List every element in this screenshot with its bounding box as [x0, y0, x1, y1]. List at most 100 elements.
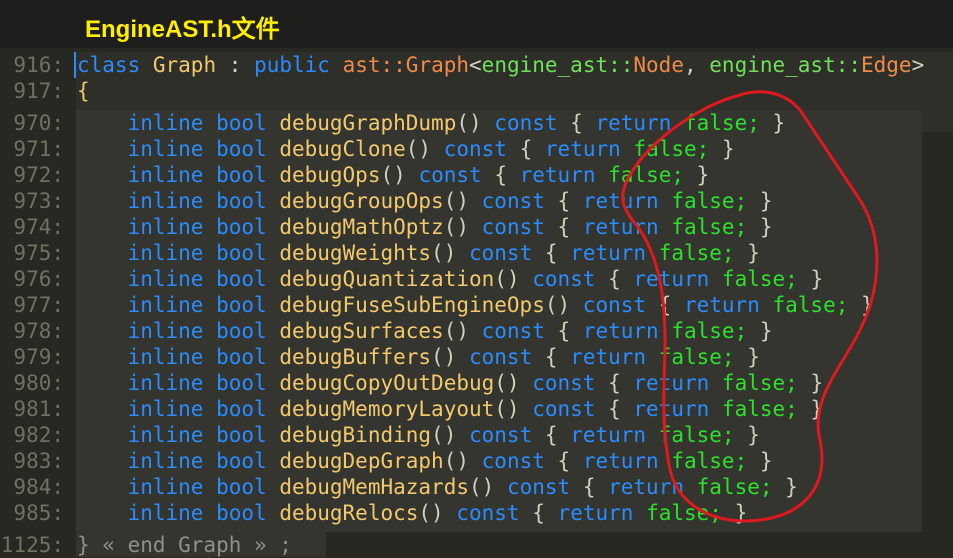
keyword-bool: bool	[216, 345, 267, 369]
brace-open: {	[532, 501, 545, 525]
keyword-bool: bool	[216, 267, 267, 291]
keyword-bool: bool	[216, 449, 267, 473]
line-number: 971:	[13, 137, 64, 161]
brace-open: {	[544, 241, 558, 265]
method-name: debugDepGraph	[279, 449, 444, 473]
method-name: debugQuantization	[279, 267, 495, 291]
line-number: 983:	[13, 449, 64, 473]
code-text: inline bool debugClone() const { return …	[77, 136, 735, 162]
keyword-inline: inline	[127, 137, 204, 161]
code-text: inline bool debugSurfaces() const { retu…	[77, 318, 773, 344]
code-line-917[interactable]: 917: {	[0, 78, 953, 104]
keyword-const: const	[494, 111, 558, 135]
code-line-method[interactable]: 983: inline bool debugDepGraph() const {…	[0, 448, 953, 474]
brace-close: }	[785, 475, 798, 499]
keyword-inline: inline	[127, 423, 204, 447]
line-number: 972:	[13, 163, 64, 187]
parens: ()	[494, 397, 520, 421]
keyword-const: const	[481, 189, 545, 213]
keyword-return: return	[595, 111, 672, 135]
keyword-const: const	[418, 163, 482, 187]
method-name: debugMathOptz	[279, 215, 444, 239]
literal-false: false;	[721, 267, 798, 291]
keyword-bool: bool	[216, 241, 267, 265]
keyword-const: const	[532, 267, 596, 291]
brace-close: }	[747, 241, 760, 265]
brace-open: {	[494, 163, 507, 187]
code-line-method[interactable]: 981: inline bool debugMemoryLayout() con…	[0, 396, 953, 422]
keyword-return: return	[557, 501, 634, 525]
method-name: debugFuseSubEngineOps	[279, 293, 545, 317]
keyword-inline: inline	[127, 293, 204, 317]
line-number: 970:	[13, 111, 64, 135]
code-line-method[interactable]: 978: inline bool debugSurfaces() const {…	[0, 318, 953, 344]
keyword-bool: bool	[216, 397, 267, 421]
keyword-return: return	[633, 397, 710, 421]
code-line-method[interactable]: 982: inline bool debugBinding() const { …	[0, 422, 953, 448]
page-title: EngineAST.h文件	[85, 16, 280, 43]
code-line-method[interactable]: 974: inline bool debugMathOptz() const {…	[0, 214, 953, 240]
keyword-return: return	[582, 215, 659, 239]
keyword-bool: bool	[216, 215, 267, 239]
code-text: inline bool debugBinding() const { retur…	[77, 422, 760, 448]
code-text: inline bool debugFuseSubEngineOps() cons…	[77, 292, 874, 318]
keyword-inline: inline	[127, 475, 204, 499]
method-name: debugWeights	[279, 241, 432, 265]
parens: ()	[431, 241, 457, 265]
code-line-method[interactable]: 977: inline bool debugFuseSubEngineOps()…	[0, 292, 953, 318]
line-number: 979:	[13, 345, 64, 369]
code-line-1125[interactable]: 1125:} « end Graph » ;	[0, 532, 953, 558]
brace-close: }	[759, 319, 773, 343]
code-line-method[interactable]: 972: inline bool debugOps() const { retu…	[0, 162, 953, 188]
code-text: inline bool debugQuantization() const { …	[77, 266, 824, 292]
parens: ()	[405, 137, 432, 161]
parens: ()	[431, 345, 457, 369]
keyword-const: const	[481, 215, 545, 239]
code-text: inline bool debugBuffers() const { retur…	[77, 344, 760, 370]
title-bar: EngineAST.h文件	[0, 0, 953, 48]
literal-false: false;	[658, 345, 735, 369]
line-number: 974:	[13, 215, 64, 239]
literal-false: false;	[721, 371, 798, 395]
keyword-inline: inline	[127, 267, 204, 291]
keyword-return: return	[519, 163, 596, 187]
keyword-return: return	[544, 137, 621, 161]
keyword-return: return	[683, 293, 760, 317]
brace-open: {	[582, 475, 596, 499]
method-name: debugSurfaces	[279, 319, 444, 343]
keyword-const: const	[443, 137, 507, 161]
literal-false: false;	[671, 449, 748, 473]
keyword-return: return	[570, 241, 647, 265]
keyword-bool: bool	[216, 163, 267, 187]
keyword-return: return	[633, 267, 710, 291]
comma: ,	[683, 53, 697, 77]
method-name: debugClone	[279, 137, 406, 161]
end-comment: } « end Graph » ;	[77, 533, 292, 557]
literal-false: false;	[608, 163, 684, 187]
parens: ()	[456, 111, 482, 135]
brace-open: {	[557, 215, 571, 239]
code-text: inline bool debugMathOptz() const { retu…	[77, 214, 773, 240]
code-line-method[interactable]: 980: inline bool debugCopyOutDebug() con…	[0, 370, 953, 396]
keyword-return: return	[570, 345, 647, 369]
code-line-method[interactable]: 971: inline bool debugClone() const { re…	[0, 136, 953, 162]
code-text: inline bool debugCopyOutDebug() const { …	[77, 370, 824, 396]
code-line-method[interactable]: 973: inline bool debugGroupOps() const {…	[0, 188, 953, 214]
code-line-916[interactable]: 916: class Graph : public ast::Graph<engi…	[0, 52, 953, 78]
code-line-method[interactable]: 984: inline bool debugMemHazards() const…	[0, 474, 953, 500]
keyword-inline: inline	[127, 111, 204, 135]
keyword-bool: bool	[216, 423, 267, 447]
parens: ()	[431, 423, 457, 447]
code-line-method[interactable]: 985: inline bool debugRelocs() const { r…	[0, 500, 953, 526]
literal-false: false;	[772, 293, 849, 317]
code-line-method[interactable]: 976: inline bool debugQuantization() con…	[0, 266, 953, 292]
line-number: 975:	[13, 241, 64, 265]
method-name: debugRelocs	[279, 501, 419, 525]
code-line-method[interactable]: 975: inline bool debugWeights() const { …	[0, 240, 953, 266]
code-line-method[interactable]: 979: inline bool debugBuffers() const { …	[0, 344, 953, 370]
code-line-method[interactable]: 970: inline bool debugGraphDump() const …	[0, 110, 953, 136]
brace-open: {	[570, 111, 583, 135]
keyword-bool: bool	[216, 189, 267, 213]
brace-close: }	[810, 397, 824, 421]
open-brace: {	[77, 79, 90, 103]
